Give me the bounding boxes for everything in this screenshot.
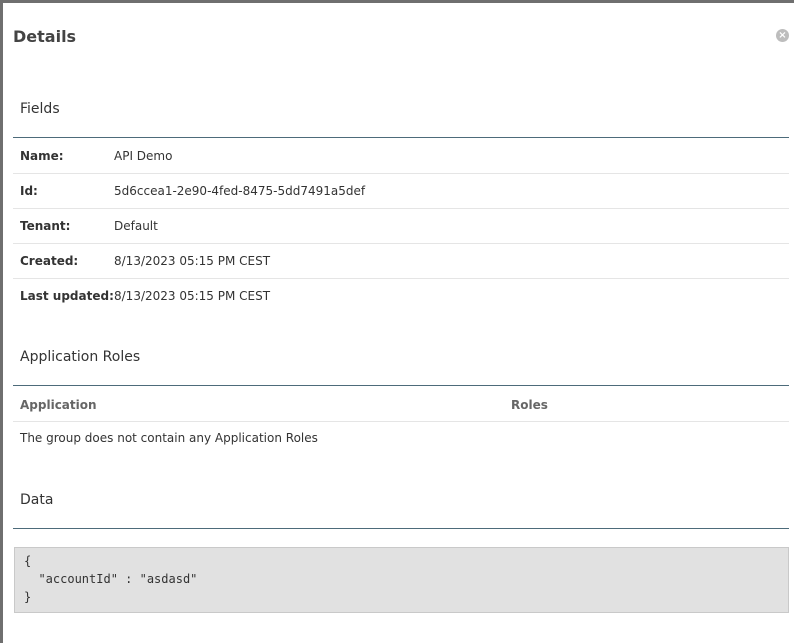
field-value: 5d6ccea1-2e90-4fed-8475-5dd7491a5def [114, 184, 366, 198]
field-value: Default [114, 219, 158, 233]
field-label: Id: [20, 184, 38, 198]
data-divider [13, 528, 789, 529]
code-line: { [24, 554, 32, 568]
details-dialog: Details × Fields Name: API Demo Id: 5d6c… [3, 3, 794, 643]
field-label: Tenant: [20, 219, 71, 233]
field-value: API Demo [114, 149, 173, 163]
field-row-created: Created: 8/13/2023 05:15 PM CEST [13, 243, 789, 279]
roles-empty-message: The group does not contain any Applicati… [20, 431, 318, 445]
field-row-id: Id: 5d6ccea1-2e90-4fed-8475-5dd7491a5def [13, 173, 789, 209]
field-label: Name: [20, 149, 64, 163]
column-header-application: Application [20, 398, 97, 412]
roles-table-header: Application Roles [13, 387, 789, 422]
field-row-last-updated: Last updated: 8/13/2023 05:15 PM CEST [13, 278, 789, 313]
field-label: Last updated: [20, 289, 114, 303]
application-roles-heading: Application Roles [20, 349, 141, 365]
field-row-name: Name: API Demo [13, 138, 789, 174]
application-roles-divider [13, 385, 789, 386]
field-row-tenant: Tenant: Default [13, 208, 789, 244]
code-line: "accountId" : "asdasd" [24, 572, 198, 586]
close-icon[interactable]: × [776, 29, 789, 42]
field-label: Created: [20, 254, 79, 268]
field-value: 8/13/2023 05:15 PM CEST [114, 254, 271, 268]
data-heading: Data [20, 492, 54, 508]
code-line: } [24, 590, 32, 604]
fields-heading: Fields [20, 101, 60, 117]
field-value: 8/13/2023 05:15 PM CEST [114, 289, 271, 303]
json-data-block: { "accountId" : "asdasd" } [14, 547, 789, 613]
column-header-roles: Roles [511, 398, 548, 412]
dialog-title: Details [13, 27, 77, 46]
